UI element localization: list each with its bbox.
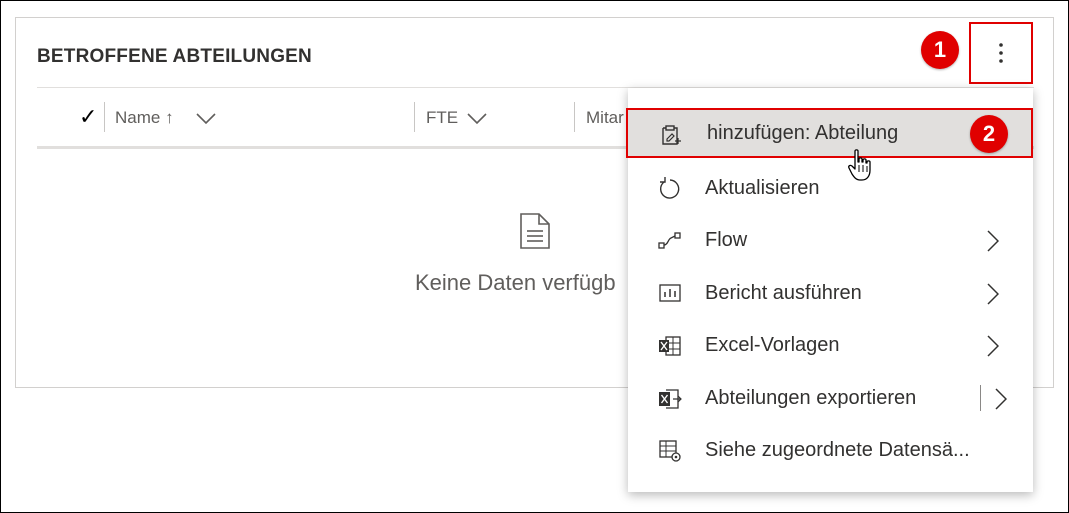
more-commands-button[interactable]: [969, 22, 1033, 84]
split-button-divider: [980, 385, 981, 411]
column-divider: [414, 102, 415, 132]
column-header-employees[interactable]: Mitar: [586, 108, 624, 128]
menu-item-label: Abteilungen exportieren: [705, 386, 917, 409]
menu-item-label: Excel-Vorlagen: [705, 333, 840, 356]
select-all-checkmark-icon[interactable]: ✓: [79, 104, 97, 130]
menu-item-label: Flow: [705, 228, 748, 251]
column-header-name[interactable]: Name ↑: [115, 108, 216, 128]
report-icon: [659, 284, 681, 302]
more-vertical-icon: [999, 43, 1003, 63]
menu-item-label: Siehe zugeordnete Datensä...: [705, 438, 970, 461]
chevron-right-icon: [987, 283, 999, 305]
hand-pointer-cursor-icon: [848, 149, 871, 181]
chevron-right-icon: [987, 230, 999, 252]
empty-state-text: Keine Daten verfügb: [415, 270, 616, 295]
menu-item-run-report[interactable]: Bericht ausführen: [628, 268, 1033, 318]
menu-item-label: hinzufügen: Abteilung: [707, 121, 899, 144]
flow-icon: [658, 232, 681, 249]
column-header-fte[interactable]: FTE: [426, 108, 487, 128]
chevron-down-icon[interactable]: [467, 112, 487, 125]
menu-item-label: Aktualisieren: [705, 176, 820, 199]
menu-item-refresh[interactable]: Aktualisieren: [628, 163, 1033, 213]
column-divider: [104, 102, 105, 132]
clipboard-add-icon: [662, 125, 681, 145]
menu-item-label: Bericht ausführen: [705, 281, 862, 304]
grid-header: ✓ Name ↑ FTE Mitar: [37, 88, 637, 146]
chevron-down-icon[interactable]: [196, 112, 216, 125]
related-records-icon: [659, 440, 681, 462]
more-commands-menu: hinzufügen: Abteilung 2 Aktualisieren Fl…: [626, 88, 1033, 492]
document-icon: [520, 213, 550, 249]
chevron-right-icon[interactable]: [995, 388, 1007, 410]
menu-item-see-related-records[interactable]: Siehe zugeordnete Datensä...: [628, 425, 1033, 475]
panel-title: BETROFFENE ABTEILUNGEN: [37, 46, 312, 67]
step-badge-1: 1: [921, 31, 959, 69]
menu-item-excel-templates[interactable]: Excel-Vorlagen: [628, 320, 1033, 370]
step-badge-2: 2: [970, 115, 1008, 153]
menu-item-flow[interactable]: Flow: [628, 215, 1033, 265]
excel-template-icon: [659, 336, 681, 356]
excel-export-icon: [659, 389, 682, 409]
column-divider: [574, 102, 575, 132]
chevron-right-icon: [987, 335, 999, 357]
refresh-icon: [660, 177, 680, 199]
menu-item-export-departments[interactable]: Abteilungen exportieren: [628, 373, 1033, 423]
